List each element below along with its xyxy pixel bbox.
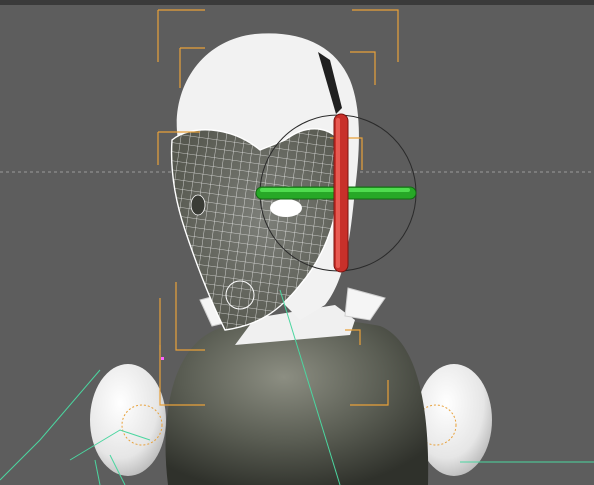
right-eye <box>270 199 302 217</box>
left-shoulder-ball[interactable] <box>90 364 166 476</box>
3d-viewport[interactable] <box>0 0 594 485</box>
left-eye <box>190 194 206 216</box>
collar-right-flap <box>344 287 386 321</box>
viewport-scene[interactable] <box>0 0 594 485</box>
pivot-marker <box>161 357 164 360</box>
